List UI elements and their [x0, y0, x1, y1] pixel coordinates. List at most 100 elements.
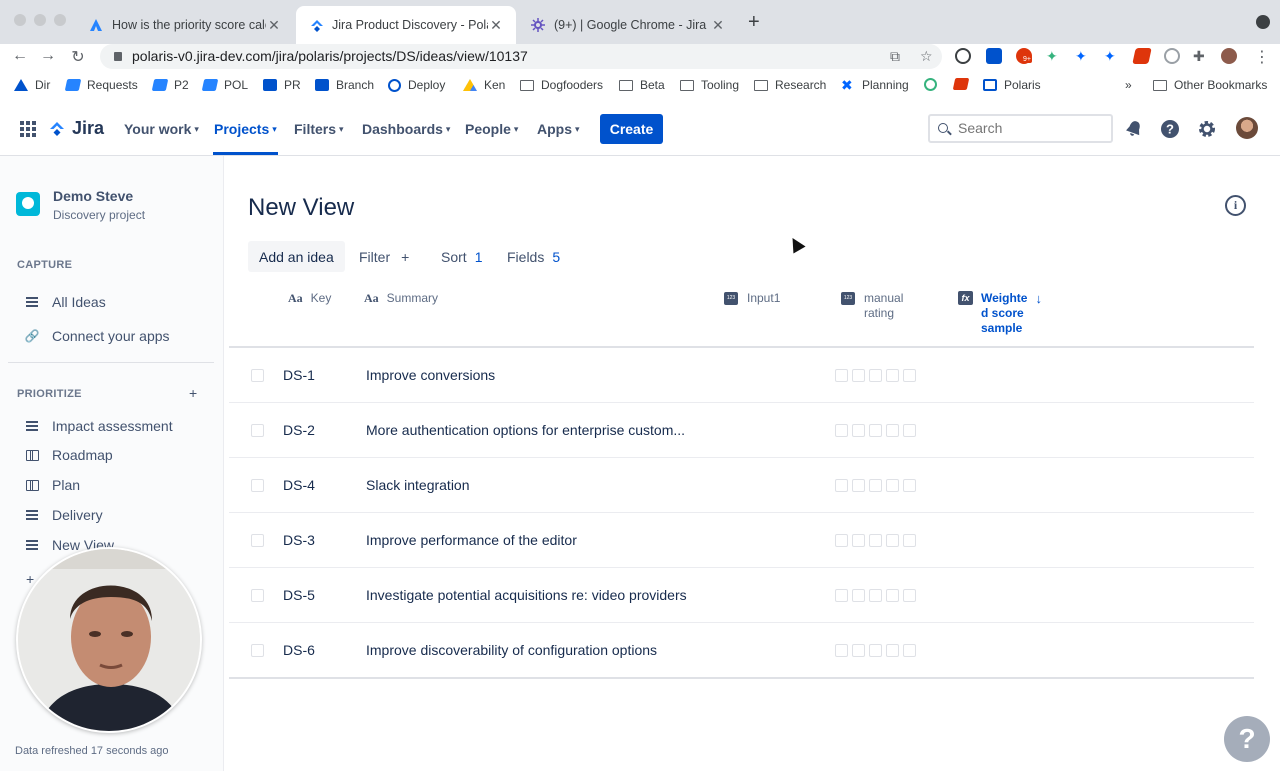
other-bookmarks[interactable]: Other Bookmarks [1153, 78, 1267, 92]
sidebar-item-all-ideas[interactable]: All Ideas [24, 294, 106, 310]
row-checkbox[interactable] [251, 589, 264, 602]
back-icon[interactable]: ← [10, 47, 30, 65]
address-bar[interactable]: polaris-v0.jira-dev.com/jira/polaris/pro… [100, 44, 942, 69]
row-checkbox[interactable] [251, 424, 264, 437]
sort-descending-icon[interactable]: ↓ [1035, 291, 1042, 306]
fields-button[interactable]: Fields 5 [507, 241, 560, 272]
idea-key[interactable]: DS-5 [283, 587, 315, 603]
bookmark-folder[interactable]: Beta [619, 78, 665, 92]
extension-icon[interactable]: 9+ [1016, 48, 1032, 64]
column-header-summary[interactable]: Aa Summary [364, 291, 438, 306]
manual-rating-control[interactable] [835, 369, 916, 382]
notifications-icon[interactable] [1124, 119, 1144, 139]
extension-icon[interactable] [1132, 48, 1152, 64]
idea-summary[interactable]: Slack integration [366, 477, 470, 493]
table-row[interactable]: DS-6 Improve discoverability of configur… [229, 623, 1254, 678]
column-header-manual-rating[interactable]: 123 manual rating [841, 291, 903, 321]
close-tab-icon[interactable]: ✕ [488, 17, 504, 34]
extension-icon[interactable] [955, 48, 971, 64]
sidebar-item-delivery[interactable]: Delivery [24, 507, 103, 523]
sidebar-item-impact-assessment[interactable]: Impact assessment [24, 418, 173, 434]
settings-gear-icon[interactable] [1197, 119, 1217, 139]
column-header-key[interactable]: Aa Key [288, 291, 331, 306]
app-switcher-icon[interactable] [20, 121, 36, 137]
close-window-button[interactable] [14, 14, 26, 26]
bookmark[interactable]: Dir [14, 78, 50, 92]
jira-logo[interactable]: Jira [48, 118, 104, 139]
column-header-weighted-score[interactable]: fx Weighte d score sample ↓ [958, 291, 1042, 336]
table-row[interactable]: DS-2 More authentication options for ent… [229, 403, 1254, 458]
create-button[interactable]: Create [600, 114, 663, 144]
row-checkbox[interactable] [251, 534, 264, 547]
nav-filters[interactable]: Filters ▾ [294, 121, 344, 137]
close-tab-icon[interactable]: ✕ [266, 17, 282, 34]
idea-summary[interactable]: Improve conversions [366, 367, 495, 383]
add-idea-button[interactable]: Add an idea [248, 241, 345, 272]
extension-icon[interactable] [1164, 48, 1180, 64]
bookmark[interactable]: ✖ Planning [841, 78, 909, 92]
help-icon[interactable]: ? [1160, 119, 1180, 139]
idea-summary[interactable]: More authentication options for enterpri… [366, 422, 685, 438]
nav-projects[interactable]: Projects ▾ [214, 121, 277, 137]
project-name[interactable]: Demo Steve [53, 188, 133, 204]
browser-tab[interactable]: (9+) | Google Chrome - Jira Pr ✕ [518, 6, 738, 44]
idea-key[interactable]: DS-2 [283, 422, 315, 438]
kebab-menu-icon[interactable]: ⋮ [1252, 47, 1272, 67]
filter-button[interactable]: Filter + [359, 241, 409, 272]
manual-rating-control[interactable] [835, 534, 916, 547]
bookmark[interactable]: P2 [151, 78, 189, 92]
sidebar-item-connect-apps[interactable]: 🔗 Connect your apps [24, 328, 170, 344]
manual-rating-control[interactable] [835, 589, 916, 602]
bookmark-folder[interactable]: Research [754, 78, 826, 92]
idea-key[interactable]: DS-3 [283, 532, 315, 548]
puzzle-icon[interactable]: ✚ [1193, 48, 1209, 64]
forward-icon[interactable]: → [38, 47, 58, 65]
sparkle-extension-icon[interactable]: ✦ [1075, 48, 1091, 64]
nav-apps[interactable]: Apps ▾ [537, 121, 580, 137]
idea-key[interactable]: DS-6 [283, 642, 315, 658]
add-view-button[interactable]: + [189, 385, 197, 401]
row-checkbox[interactable] [251, 644, 264, 657]
sparkle-extension-icon[interactable]: ✦ [1104, 48, 1120, 64]
bookmarks-overflow-button[interactable]: » [1125, 78, 1132, 92]
browser-tab-active[interactable]: Jira Product Discovery - Polari ✕ [296, 6, 516, 44]
tab-search-icon[interactable] [1256, 15, 1270, 29]
table-row[interactable]: DS-3 Improve performance of the editor [229, 513, 1254, 568]
bookmark[interactable]: PR [263, 78, 301, 92]
bookmark[interactable] [952, 78, 975, 90]
nav-people[interactable]: People ▾ [465, 121, 518, 137]
idea-key[interactable]: DS-4 [283, 477, 315, 493]
manual-rating-control[interactable] [835, 424, 916, 437]
bookmark[interactable]: POL [201, 78, 248, 92]
nav-dashboards[interactable]: Dashboards ▾ [362, 121, 450, 137]
help-floating-button[interactable]: ? [1224, 716, 1270, 762]
bookmark[interactable]: Polaris [983, 78, 1041, 92]
search-input[interactable] [958, 120, 1108, 136]
view-title[interactable]: New View [248, 194, 354, 222]
bookmark-folder[interactable]: Tooling [680, 78, 739, 92]
sidebar-item-plan[interactable]: Plan [24, 477, 80, 493]
row-checkbox[interactable] [251, 369, 264, 382]
manual-rating-control[interactable] [835, 644, 916, 657]
table-row[interactable]: DS-4 Slack integration [229, 458, 1254, 513]
table-row[interactable]: DS-5 Investigate potential acquisitions … [229, 568, 1254, 623]
close-tab-icon[interactable]: ✕ [710, 17, 726, 34]
sort-button[interactable]: Sort 1 [441, 241, 482, 272]
maximize-window-button[interactable] [54, 14, 66, 26]
reload-icon[interactable]: ↻ [68, 47, 88, 67]
browser-tab[interactable]: How is the priority score calcul ✕ [76, 6, 294, 44]
sidebar-item-roadmap[interactable]: Roadmap [24, 447, 113, 463]
idea-key[interactable]: DS-1 [283, 367, 315, 383]
minimize-window-button[interactable] [34, 14, 46, 26]
info-icon[interactable] [1225, 195, 1246, 216]
bookmark-star-icon[interactable]: ☆ [920, 48, 933, 65]
extension-icon[interactable] [986, 48, 1002, 64]
nav-your-work[interactable]: Your work ▾ [124, 121, 199, 137]
user-avatar[interactable] [1236, 117, 1258, 139]
manual-rating-control[interactable] [835, 479, 916, 492]
row-checkbox[interactable] [251, 479, 264, 492]
sparkle-extension-icon[interactable]: ✦ [1046, 48, 1062, 64]
bookmark[interactable]: Branch [315, 78, 374, 92]
bookmark[interactable]: Deploy [388, 78, 445, 92]
idea-summary[interactable]: Improve performance of the editor [366, 532, 577, 548]
